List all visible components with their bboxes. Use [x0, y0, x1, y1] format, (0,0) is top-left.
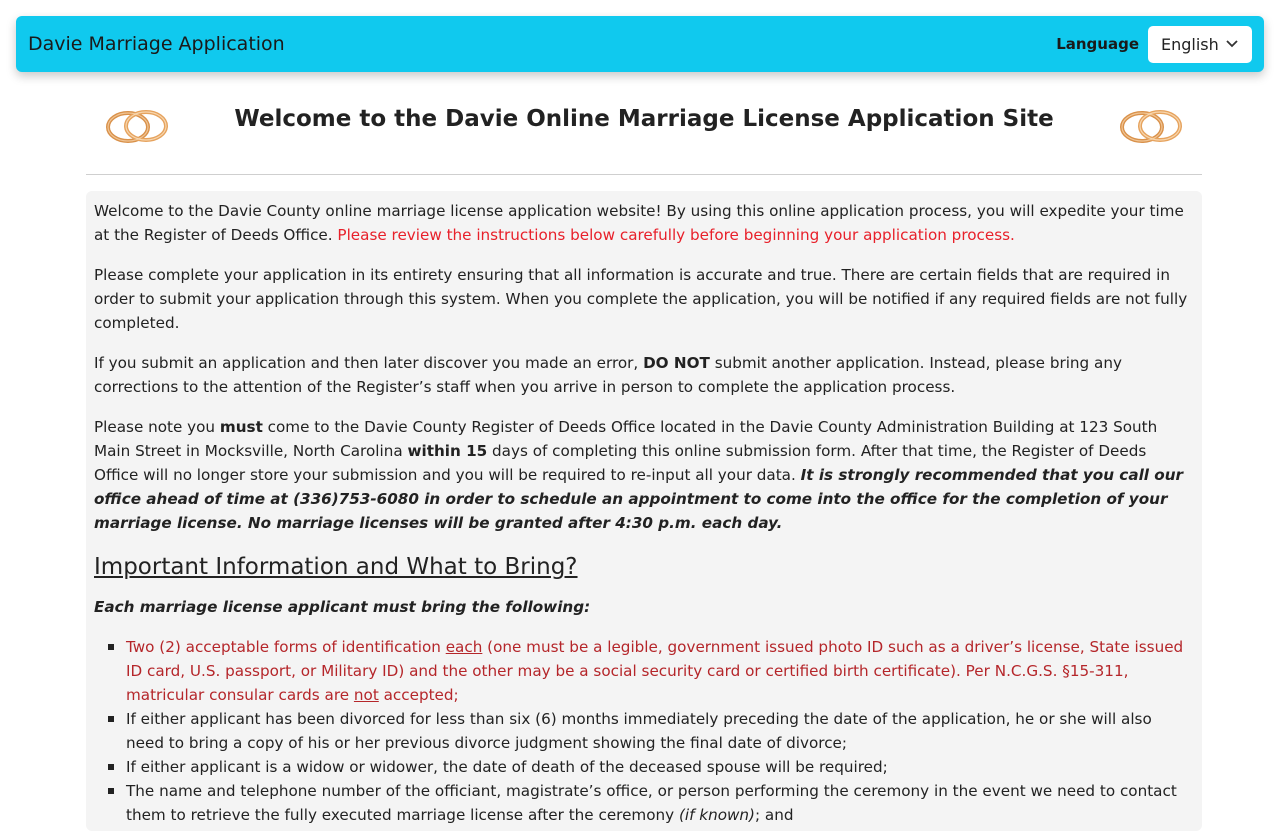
- language-selector: Language English: [1056, 25, 1252, 63]
- bring-list: Two (2) acceptable forms of identificati…: [94, 635, 1194, 827]
- welcome-header: Welcome to the Davie Online Marriage Lic…: [86, 92, 1202, 175]
- intro-paragraph-1: Welcome to the Davie County online marri…: [94, 202, 1184, 244]
- language-dropdown[interactable]: English: [1148, 25, 1252, 63]
- intro-paragraph-4: Please note you must come to the Davie C…: [94, 418, 1183, 532]
- list-item: The name and telephone number of the off…: [108, 779, 1194, 827]
- intro-paragraph-2: Please complete your application in its …: [94, 266, 1188, 332]
- wedding-rings-icon: [1120, 110, 1182, 143]
- list-item: Two (2) acceptable forms of identificati…: [108, 635, 1194, 707]
- chevron-down-icon: [1226, 40, 1238, 48]
- bring-list-lead: Each marriage license applicant must bri…: [94, 598, 591, 616]
- important-info-heading: Important Information and What to Bring?: [94, 554, 578, 580]
- review-notice: Please review the instructions below car…: [337, 226, 1015, 244]
- app-title[interactable]: Davie Marriage Application: [28, 33, 285, 55]
- language-label: Language: [1056, 35, 1139, 53]
- page-title: Welcome to the Davie Online Marriage Lic…: [234, 106, 1054, 132]
- list-item: If either applicant is a widow or widowe…: [108, 755, 1194, 779]
- list-item: If either applicant has been divorced fo…: [108, 707, 1194, 755]
- intro-paragraph-3: If you submit an application and then la…: [94, 354, 1122, 396]
- top-navbar: Davie Marriage Application Language Engl…: [16, 16, 1264, 72]
- language-selected-value: English: [1161, 34, 1219, 54]
- instructions-panel: Welcome to the Davie County online marri…: [86, 191, 1202, 831]
